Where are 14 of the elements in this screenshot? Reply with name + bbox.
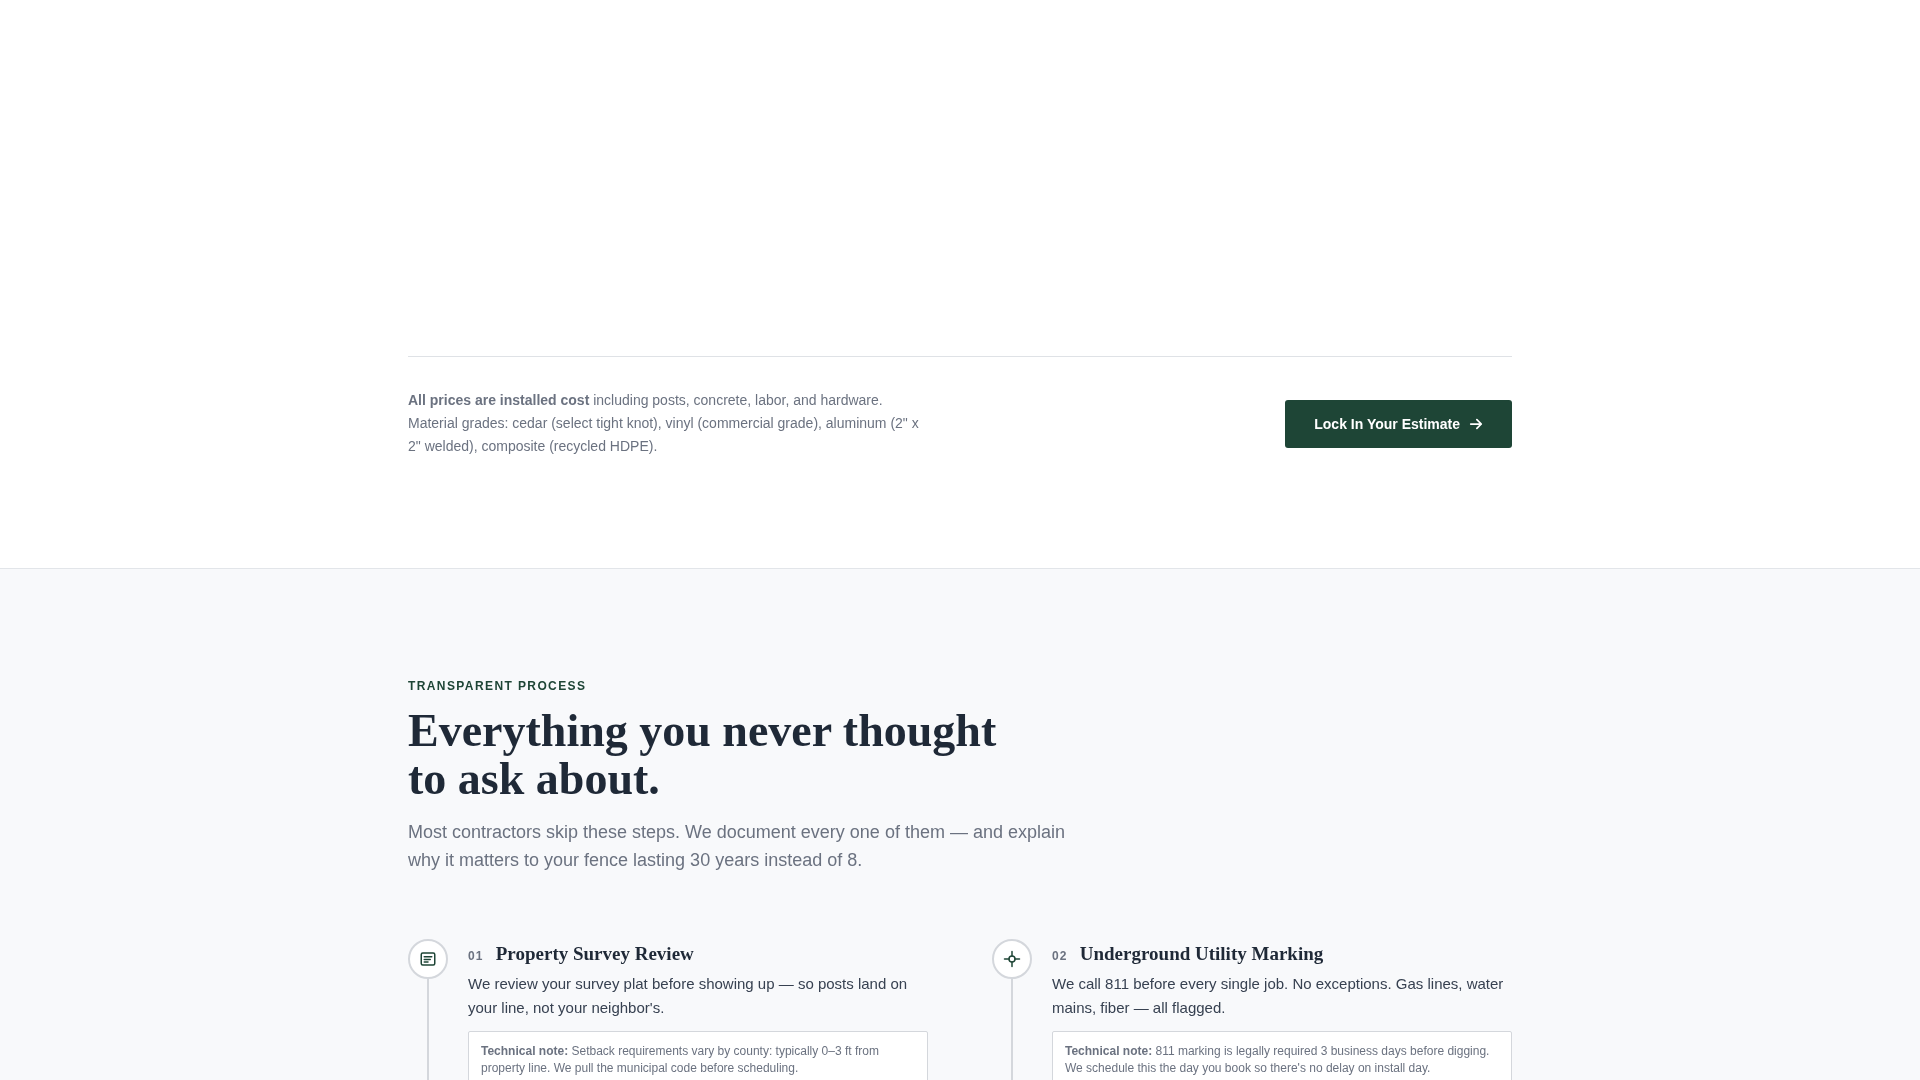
estimate-button[interactable]: Lock In Your Estimate [1285,399,1512,448]
section-eyebrow: TRANSPARENT PROCESS [408,678,587,694]
step-number: 02 [1052,949,1068,963]
step-title: Property Survey Review [495,942,694,966]
step-title: Underground Utility Marking [1079,942,1324,966]
section-heading: Everything you never thought to ask about. [408,707,998,803]
section-intro: Most contractors skip these steps. We document every one of them — and explain why it matters to your fence lasting 30 years instead of 8. [408,821,1066,872]
step-description: We review your survey plat before showing up — so posts land on your line, not your neighbor's. [468,974,909,1018]
step-description: We call 811 before every single job. No exceptions. Gas lines, water mains, fiber — all flagged. [1052,974,1505,1018]
technical-note: Technical note: 811 marking is legally required 3 business days before digging. We schedule this the day you book so there's no delay on install day. [1065,1043,1491,1077]
technical-note: Technical note: Setback requirements vary by county: typically 0–3 ft from property line. We pull the municipal code before scheduling. [481,1043,880,1077]
pricing-note: All prices are installed cost including posts, concrete, labor, and hardware. Material grades: cedar (select tight knot), vinyl (commercial grade), aluminum (2" x 2" welded), composite (recycled HDPE). [408,391,920,456]
step-number: 01 [468,949,484,963]
arrow-right-icon [1469,416,1483,431]
